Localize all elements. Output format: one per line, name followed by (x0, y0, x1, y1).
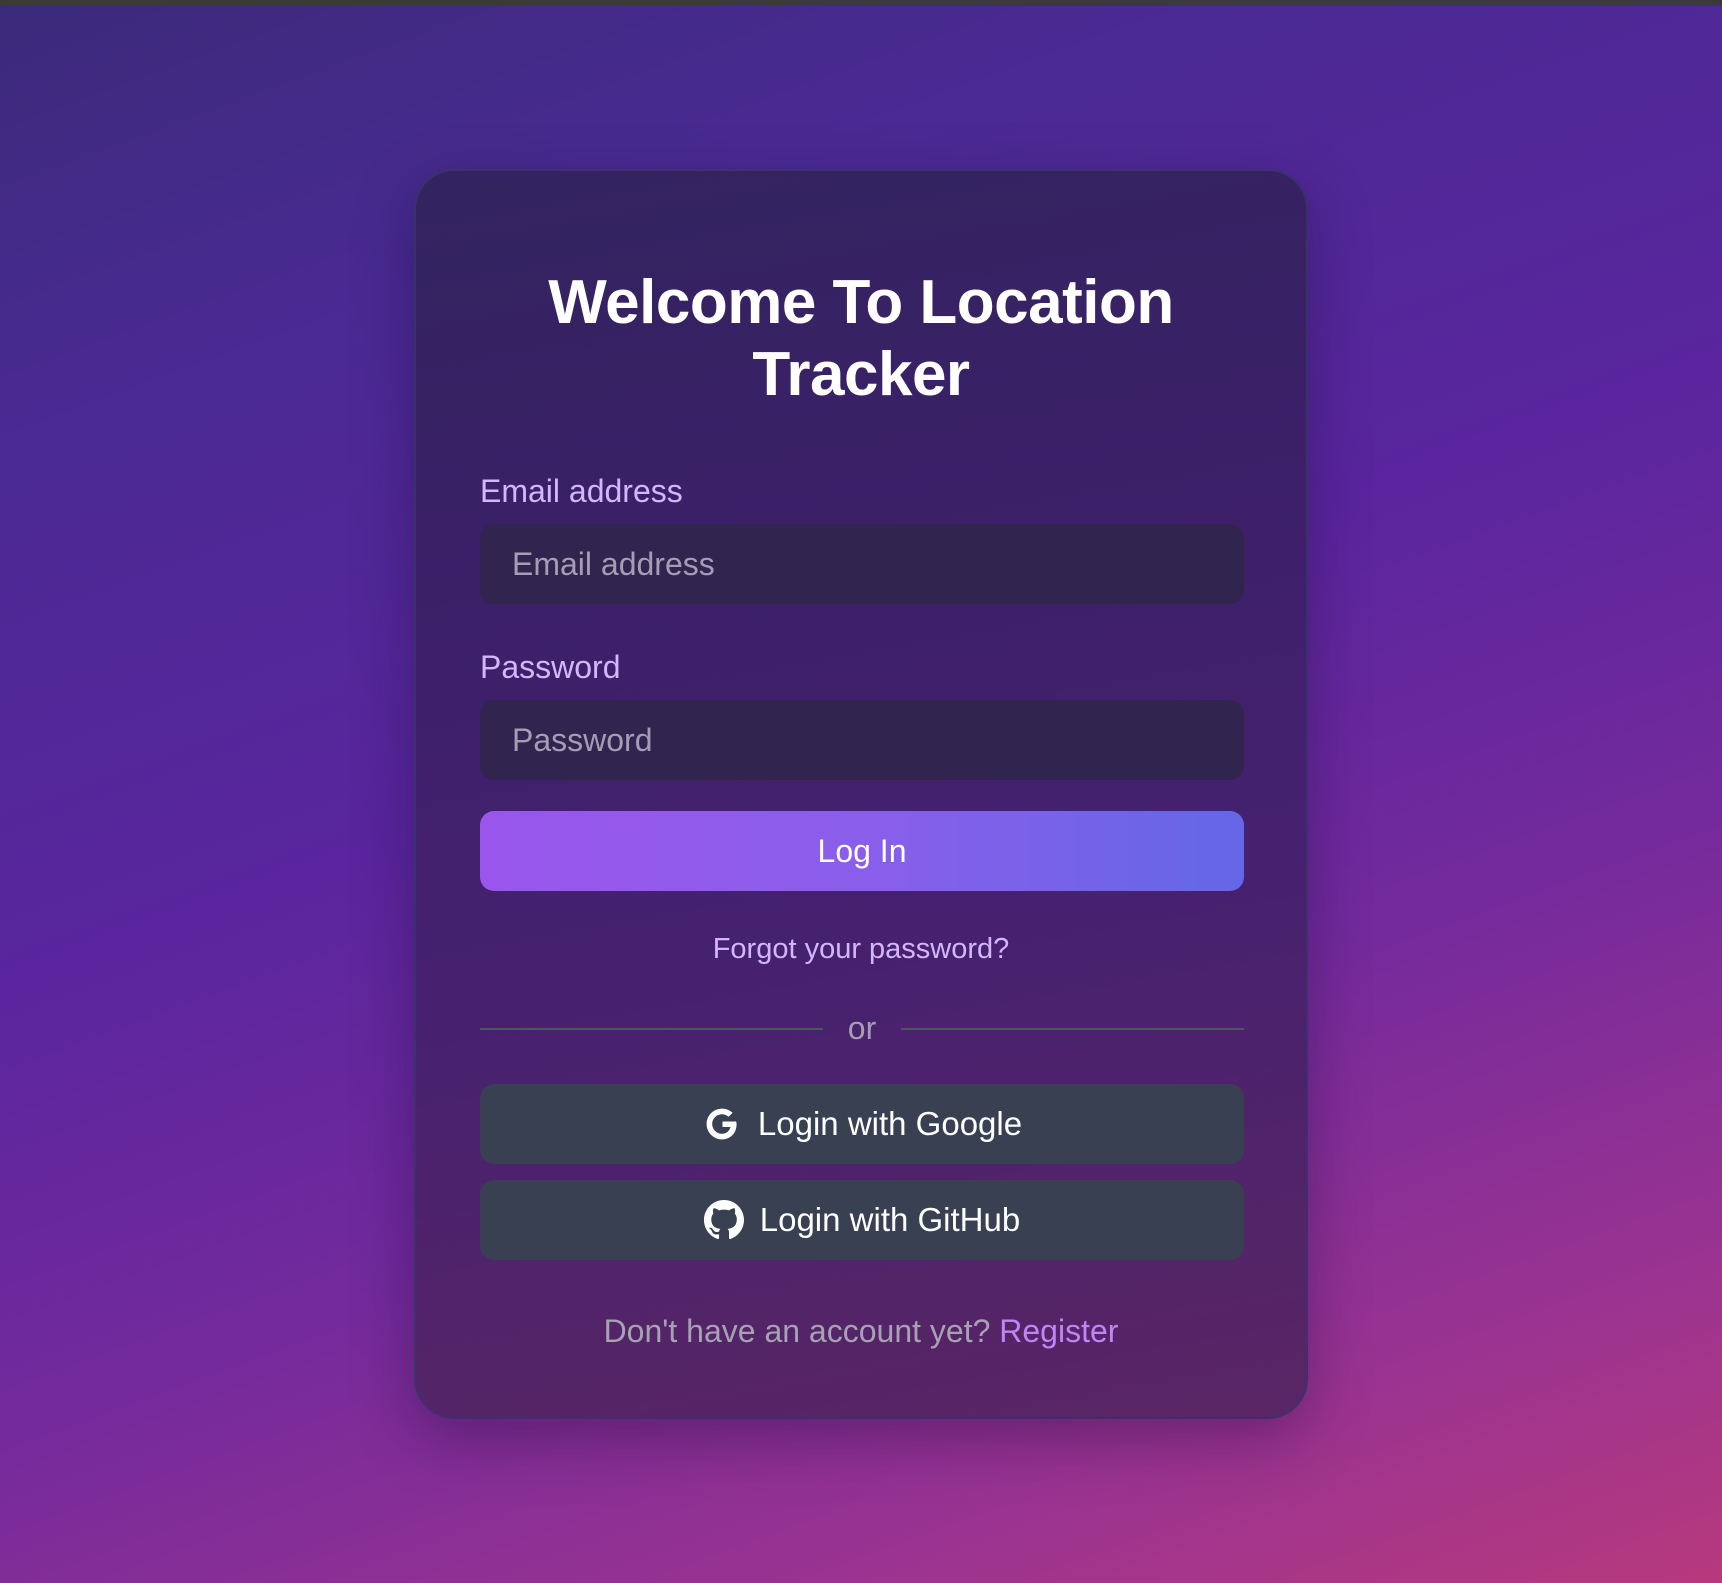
password-input[interactable] (480, 700, 1244, 780)
email-label: Email address (480, 473, 683, 509)
github-icon (703, 1200, 744, 1240)
password-label: Password (480, 649, 621, 685)
login-card: Welcome To Location Tracker Email addres… (414, 169, 1308, 1419)
register-prompt-text: Don't have an account yet? (603, 1313, 991, 1349)
page-title: Welcome To Location Tracker (548, 268, 1174, 409)
or-divider: or (480, 1006, 1244, 1050)
register-prompt: Don't have an account yet? Register (416, 1311, 1306, 1351)
google-login-button[interactable]: Login with Google (480, 1084, 1244, 1164)
google-icon (702, 1104, 742, 1144)
github-login-label: Login with GitHub (759, 1201, 1021, 1238)
login-button[interactable]: Log In (480, 811, 1244, 891)
window-top-border (0, 0, 1722, 6)
forgot-password-link[interactable]: Forgot your password? (416, 931, 1306, 967)
divider-line-right (901, 1028, 1244, 1030)
github-login-button[interactable]: Login with GitHub (480, 1180, 1244, 1260)
register-link[interactable]: Register (999, 1313, 1118, 1349)
google-login-label: Login with Google (757, 1105, 1023, 1142)
login-button-label: Log In (817, 832, 907, 869)
email-input[interactable] (480, 524, 1244, 604)
